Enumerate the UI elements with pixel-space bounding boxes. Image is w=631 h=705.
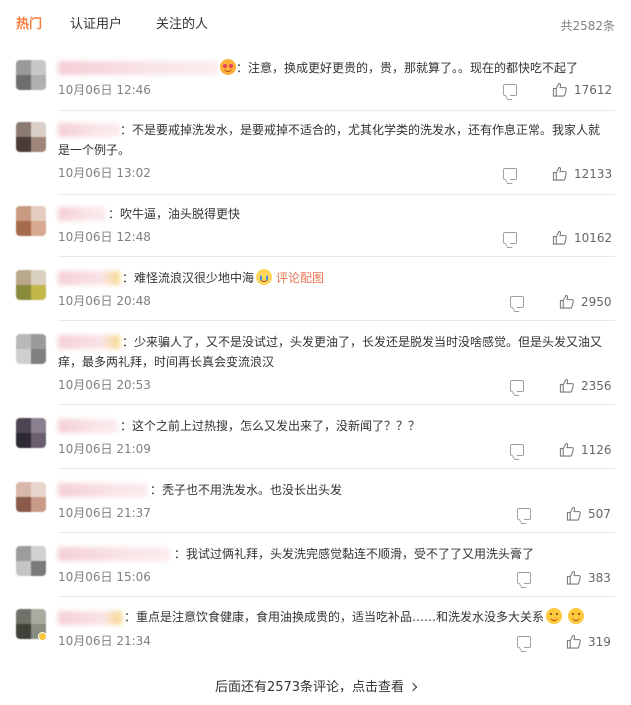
comment-text: ：难怪流浪汉很少地中海 bbox=[122, 271, 255, 285]
comment-text: ：重点是注意饮食健康，食用油换成贵的，适当吃补品……和洗发水没多大关系 bbox=[124, 610, 545, 624]
username-blurred[interactable] bbox=[58, 419, 118, 433]
like-count: 10162 bbox=[574, 231, 613, 245]
avatar[interactable] bbox=[16, 122, 46, 152]
thumb-up-icon bbox=[559, 294, 574, 309]
reply-icon[interactable] bbox=[510, 444, 524, 456]
avatar[interactable] bbox=[16, 270, 46, 300]
reply-icon[interactable] bbox=[503, 232, 517, 244]
thumb-up-icon bbox=[566, 570, 581, 585]
comment-text: ：我试过俩礼拜，头发洗完感觉黏连不顺滑，受不了了又用洗头膏了 bbox=[174, 547, 535, 561]
divider bbox=[58, 256, 615, 257]
reply-icon[interactable] bbox=[517, 572, 531, 584]
comment-text: ：这个之前上过热搜，怎么又发出来了，没新闻了？？？ bbox=[120, 419, 421, 433]
crying-emoji-icon bbox=[256, 269, 273, 285]
username-blurred[interactable] bbox=[58, 483, 148, 497]
avatar[interactable] bbox=[16, 418, 46, 448]
thumb-up-icon bbox=[552, 166, 567, 181]
avatar[interactable] bbox=[16, 546, 46, 576]
comment-total-count: 共2582条 bbox=[560, 19, 615, 33]
tab-verified-users[interactable]: 认证用户 bbox=[70, 16, 122, 34]
like-count: 2950 bbox=[581, 295, 612, 309]
like-count: 2356 bbox=[581, 379, 612, 393]
thumb-up-icon bbox=[552, 230, 567, 245]
thumb-up-icon bbox=[559, 442, 574, 457]
reply-icon[interactable] bbox=[510, 380, 524, 392]
reply-icon[interactable] bbox=[510, 296, 524, 308]
like-count: 12133 bbox=[574, 167, 613, 181]
tab-hot[interactable]: 热门 bbox=[16, 16, 42, 34]
comment-text: ：少来骗人了，又不是没试过，头发更油了，长发还是脱发当时没啥感觉。但是头发又油又… bbox=[58, 335, 603, 369]
divider bbox=[58, 596, 615, 597]
reply-icon[interactable] bbox=[517, 636, 531, 648]
comment-time: 10月06日 21:34 bbox=[58, 634, 151, 648]
thumb-up-icon bbox=[552, 82, 567, 97]
avatar[interactable] bbox=[16, 60, 46, 90]
comment-time: 10月06日 12:46 bbox=[58, 83, 151, 97]
comment-text: ：秃子也不用洗发水。也没长出头发 bbox=[150, 483, 343, 497]
comment-time: 10月06日 15:06 bbox=[58, 570, 151, 584]
emoji-icon bbox=[220, 59, 236, 75]
divider bbox=[58, 468, 615, 469]
avatar[interactable] bbox=[16, 482, 46, 512]
comment-body: ：少来骗人了，又不是没试过，头发更油了，长发还是脱发当时没啥感觉。但是头发又油又… bbox=[58, 332, 611, 372]
comment-body: ：我试过俩礼拜，头发洗完感觉黏连不顺滑，受不了了又用洗头膏了 bbox=[174, 544, 611, 564]
like-count: 507 bbox=[588, 507, 611, 521]
like-count: 17612 bbox=[574, 83, 613, 97]
username-blurred[interactable] bbox=[58, 207, 106, 221]
comment-body: ：不是要戒掉洗发水，是要戒掉不适合的，尤其化学类的洗发水，还有作息正常。我家人就… bbox=[58, 120, 611, 160]
reply-icon[interactable] bbox=[517, 508, 531, 520]
divider bbox=[58, 532, 615, 533]
comment-body: ：这个之前上过热搜，怎么又发出来了，没新闻了？？？ bbox=[120, 416, 611, 436]
divider bbox=[58, 110, 615, 111]
comment-body: ：吹牛逼，油头脱得更快 bbox=[108, 204, 611, 224]
divider bbox=[58, 404, 615, 405]
comment-text: ：不是要戒掉洗发水，是要戒掉不适合的，尤其化学类的洗发水，还有作息正常。我家人就… bbox=[58, 123, 601, 157]
reply-icon[interactable] bbox=[503, 84, 517, 96]
comment-time: 10月06日 21:37 bbox=[58, 506, 151, 520]
comment-body: ：秃子也不用洗发水。也没长出头发 bbox=[150, 480, 611, 500]
comment-time: 10月06日 12:48 bbox=[58, 230, 151, 244]
comment-time: 10月06日 21:09 bbox=[58, 442, 151, 456]
username-blurred[interactable] bbox=[58, 547, 170, 561]
load-more-comments[interactable]: 后面还有2573条评论，点击查看 bbox=[0, 676, 631, 695]
comment-text: ：吹牛逼，油头脱得更快 bbox=[108, 207, 241, 221]
verified-badge-icon bbox=[38, 632, 47, 641]
yummy-emoji-icon bbox=[568, 608, 585, 624]
comment-body: ：难怪流浪汉很少地中海 评论配图 bbox=[122, 268, 611, 288]
thumb-up-icon bbox=[566, 506, 581, 521]
like-count: 1126 bbox=[581, 443, 612, 457]
tab-following[interactable]: 关注的人 bbox=[156, 16, 208, 34]
username-blurred[interactable] bbox=[58, 61, 218, 75]
chevron-right-icon bbox=[408, 682, 418, 692]
like-count: 319 bbox=[588, 635, 611, 649]
comment-image-link[interactable]: 评论配图 bbox=[276, 271, 324, 285]
comment-text: ：注意，换成更好更贵的，贵，那就算了。。现在的都快吃不起了 bbox=[236, 61, 579, 75]
comment-body: ：注意，换成更好更贵的，贵，那就算了。。现在的都快吃不起了 bbox=[218, 58, 611, 78]
reply-icon[interactable] bbox=[503, 168, 517, 180]
comment-time: 10月06日 20:48 bbox=[58, 294, 151, 308]
username-blurred[interactable] bbox=[58, 611, 122, 625]
yummy-emoji-icon bbox=[546, 608, 563, 624]
like-count: 383 bbox=[588, 571, 611, 585]
comment-time: 10月06日 13:02 bbox=[58, 166, 151, 180]
load-more-label: 后面还有2573条评论，点击查看 bbox=[214, 680, 405, 695]
comment-tabs: 热门 认证用户 关注的人 共2582条 bbox=[0, 0, 631, 46]
thumb-up-icon bbox=[566, 634, 581, 649]
divider bbox=[58, 194, 615, 195]
thumb-up-icon bbox=[559, 378, 574, 393]
comment-body: ：重点是注意饮食健康，食用油换成贵的，适当吃补品……和洗发水没多大关系 bbox=[124, 607, 615, 627]
divider bbox=[58, 320, 615, 321]
avatar[interactable] bbox=[16, 334, 46, 364]
comment-time: 10月06日 20:53 bbox=[58, 378, 151, 392]
username-blurred[interactable] bbox=[58, 271, 120, 285]
avatar[interactable] bbox=[16, 206, 46, 236]
